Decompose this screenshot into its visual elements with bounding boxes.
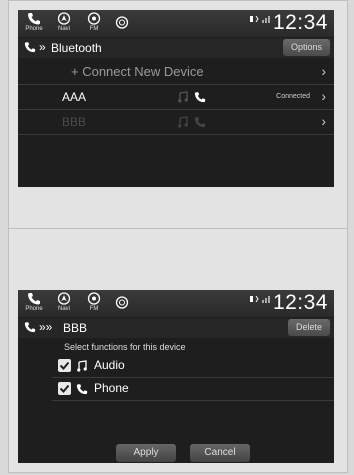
breadcrumb-chevron-icon: »: [39, 40, 46, 54]
fm-app-button[interactable]: FM: [82, 12, 106, 36]
clock: 12:34: [272, 11, 328, 34]
siri-icon: [115, 296, 129, 309]
navi-app-button[interactable]: Navi: [52, 12, 76, 36]
siri-icon: [115, 16, 129, 29]
chevron-right-icon: ›: [321, 63, 326, 79]
phone-app-label: Phone: [25, 306, 43, 312]
siri-app-button[interactable]: [110, 12, 134, 36]
phone-app-button[interactable]: Phone: [22, 292, 46, 316]
options-button[interactable]: Options: [282, 39, 330, 56]
delete-button[interactable]: Delete: [287, 319, 330, 336]
chevron-right-icon: ›: [321, 88, 326, 104]
function-label: Audio: [94, 358, 125, 372]
header: »» BBB Delete: [18, 318, 334, 338]
chevron-right-icon: ›: [321, 113, 326, 129]
checkmark-icon: [59, 361, 70, 370]
navi-icon: [57, 292, 71, 305]
cancel-button[interactable]: Cancel: [190, 444, 250, 462]
fm-app-label: FM: [89, 306, 99, 312]
bluetooth-screen: Phone Navi FM 12:34 » Bluetooth Options …: [18, 10, 334, 187]
music-note-icon: [178, 91, 188, 103]
fm-app-button[interactable]: FM: [82, 292, 106, 316]
checkbox[interactable]: [58, 359, 71, 372]
phone-icon: [194, 92, 206, 103]
page-title: Bluetooth: [51, 41, 102, 55]
device-row-aaa[interactable]: AAA Connected ›: [18, 85, 334, 110]
signal-icon: [250, 295, 270, 303]
breadcrumb-chevron-icon: »»: [39, 320, 53, 334]
music-note-icon: [178, 116, 188, 128]
signal-icon: [250, 15, 270, 23]
function-label: Phone: [94, 381, 129, 395]
connect-new-device-row[interactable]: + Connect New Device ›: [18, 60, 334, 85]
function-row-phone[interactable]: Phone: [52, 378, 334, 401]
radio-icon: [87, 12, 101, 25]
checkmark-icon: [59, 384, 70, 393]
phone-app-label: Phone: [25, 26, 43, 32]
status-icons: [250, 14, 272, 26]
connect-new-device-label: + Connect New Device: [71, 64, 204, 79]
music-note-icon: [77, 360, 87, 372]
checkbox[interactable]: [58, 382, 71, 395]
apply-button[interactable]: Apply: [116, 444, 176, 462]
phone-icon: [28, 13, 40, 25]
siri-app-button[interactable]: [110, 292, 134, 316]
navi-icon: [57, 12, 71, 25]
device-row-bbb[interactable]: BBB ›: [18, 110, 334, 135]
phone-app-button[interactable]: Phone: [22, 12, 46, 36]
phone-icon: [194, 117, 206, 128]
status-bar: Phone Navi FM 12:34: [18, 290, 334, 317]
page-title: BBB: [63, 321, 88, 335]
instruction-text: Select functions for this device: [64, 342, 186, 352]
function-row-audio[interactable]: Audio: [52, 355, 334, 378]
fm-app-label: FM: [89, 26, 99, 32]
navi-app-label: Navi: [57, 26, 70, 32]
phone-icon: [76, 384, 88, 395]
status-bar: Phone Navi FM 12:34: [18, 10, 334, 37]
device-status: Connected: [276, 93, 310, 100]
phone-icon: [28, 293, 40, 305]
header: » Bluetooth Options: [18, 38, 334, 58]
status-icons: [250, 294, 272, 306]
navi-app-button[interactable]: Navi: [52, 292, 76, 316]
device-functions-screen: Phone Navi FM 12:34 »» BBB Delete Select…: [18, 290, 334, 463]
device-name: AAA: [62, 90, 87, 104]
phone-icon: [24, 322, 36, 333]
device-name: BBB: [62, 115, 87, 129]
clock: 12:34: [272, 291, 328, 314]
navi-app-label: Navi: [57, 306, 70, 312]
radio-icon: [87, 292, 101, 305]
phone-icon: [24, 42, 36, 53]
